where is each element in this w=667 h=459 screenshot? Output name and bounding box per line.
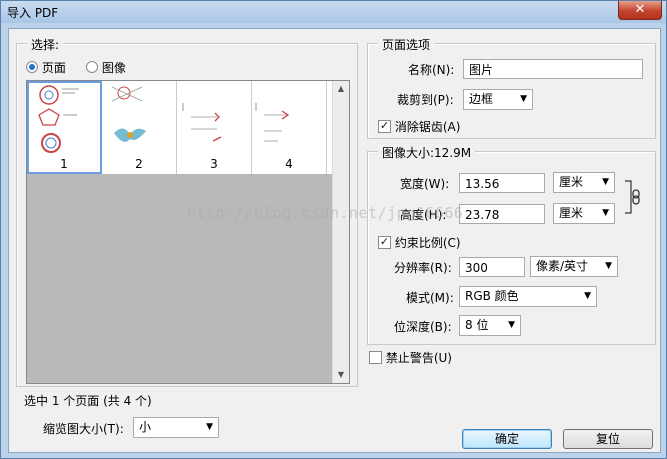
thumb-size-select[interactable]: 小 ▼ [133,417,219,438]
depth-value: 8 位 [465,318,489,332]
thumbnail-page-4[interactable]: 4 [252,81,327,174]
watermark-text: http://blog.csdn.net/jpg16666 [187,204,464,222]
thumbnail-page-2[interactable]: 2 [102,81,177,174]
image-size-group: 图像大小:12.9M 宽度(W): 13.56 厘米 ▼ 高度(H): 23.7… [367,144,656,345]
thumbnail-grid[interactable]: 1 2 3 4 ▲ ▼ [26,80,350,384]
depth-label: 位深度(B): [394,320,452,334]
suppress-warnings-label: 禁止警告(U) [385,351,452,365]
chevron-down-icon: ▼ [520,94,527,104]
thumbnail-page-1[interactable]: 1 [27,81,102,174]
radio-pages[interactable]: 页面 [26,59,66,76]
chevron-down-icon: ▼ [508,320,515,330]
reset-button[interactable]: 复位 [563,429,653,449]
width-label: 宽度(W): [400,177,450,191]
chevron-down-icon: ▼ [602,208,609,218]
import-pdf-dialog: 导入 PDF ✕ 选择: 页面 图像 1 2 3 4 ▲ ▼ 选中 1 个页面 … [0,0,667,459]
antialias-checkbox[interactable]: 消除锯齿(A) [378,118,460,135]
width-unit-select[interactable]: 厘米 ▼ [553,172,615,193]
thumbnail-label: 4 [285,157,293,171]
mode-value: RGB 颜色 [465,289,519,303]
resolution-label: 分辨率(R): [394,261,452,275]
radio-images-indicator[interactable] [86,61,98,73]
resolution-input[interactable]: 300 [459,257,525,277]
window-title: 导入 PDF [7,6,59,20]
resolution-unit-select[interactable]: 像素/英寸 ▼ [530,256,618,277]
chevron-down-icon: ▼ [584,291,591,301]
page-4-preview [255,103,290,142]
radio-pages-label: 页面 [41,61,66,75]
title-bar[interactable]: 导入 PDF ✕ [1,1,666,23]
radio-pages-indicator[interactable] [26,61,38,73]
selection-status: 选中 1 个页面 (共 4 个) [24,394,152,408]
crop-value: 边框 [469,92,494,106]
constrain-check-icon[interactable] [378,236,391,249]
dialog-body: 选择: 页面 图像 1 2 3 4 ▲ ▼ 选中 1 个页面 (共 4 个) 缩… [8,28,661,453]
height-unit-value: 厘米 [559,206,584,220]
suppress-warnings-checkbox[interactable]: 禁止警告(U) [369,349,452,366]
width-unit-value: 厘米 [559,175,584,189]
radio-images[interactable]: 图像 [86,59,126,76]
thumb-size-value: 小 [139,420,152,434]
page-options-legend: 页面选项 [378,36,435,53]
scroll-up-icon[interactable]: ▲ [333,81,349,97]
page-options-group: 页面选项 名称(N): 图片 裁剪到(P): 边框 ▼ 消除锯齿(A) [367,36,656,139]
scroll-down-icon[interactable]: ▼ [333,367,349,383]
chevron-down-icon: ▼ [206,422,213,432]
mode-label: 模式(M): [406,291,454,305]
thumbnail-label: 1 [60,157,68,171]
suppress-warnings-check-icon[interactable] [369,351,382,364]
resolution-unit-value: 像素/英寸 [536,259,589,273]
page-1-preview [38,85,79,153]
thumbnail-scrollbar[interactable]: ▲ ▼ [332,81,349,383]
chevron-down-icon: ▼ [605,261,612,271]
antialias-label: 消除锯齿(A) [394,120,461,134]
crop-label: 裁剪到(P): [397,93,454,107]
radio-images-label: 图像 [101,61,126,75]
select-group-legend: 选择: [27,36,64,53]
antialias-check-icon[interactable] [378,120,391,133]
image-size-legend: 图像大小:12.9M [378,144,476,161]
constrain-label: 约束比例(C) [394,236,461,250]
chevron-down-icon: ▼ [602,177,609,187]
name-label: 名称(N): [408,63,455,77]
thumbnail-page-3[interactable]: 3 [177,81,252,174]
constrain-checkbox[interactable]: 约束比例(C) [378,234,461,251]
thumbnail-row: 1 2 3 4 [27,81,332,174]
link-proportions-icon[interactable] [623,177,645,217]
ok-button[interactable]: 确定 [462,429,552,449]
name-input[interactable]: 图片 [463,59,643,79]
close-button[interactable]: ✕ [618,1,662,20]
height-input[interactable]: 23.78 [459,204,545,224]
thumbnail-label: 3 [210,157,218,171]
page-3-preview [182,103,222,142]
mode-select[interactable]: RGB 颜色 ▼ [459,286,597,307]
page-2-preview [111,86,146,142]
height-unit-select[interactable]: 厘米 ▼ [553,203,615,224]
crop-select[interactable]: 边框 ▼ [463,89,533,110]
thumb-size-label: 缩览图大小(T): [43,422,124,436]
width-input[interactable]: 13.56 [459,173,545,193]
thumbnail-label: 2 [135,157,143,171]
depth-select[interactable]: 8 位 ▼ [459,315,521,336]
